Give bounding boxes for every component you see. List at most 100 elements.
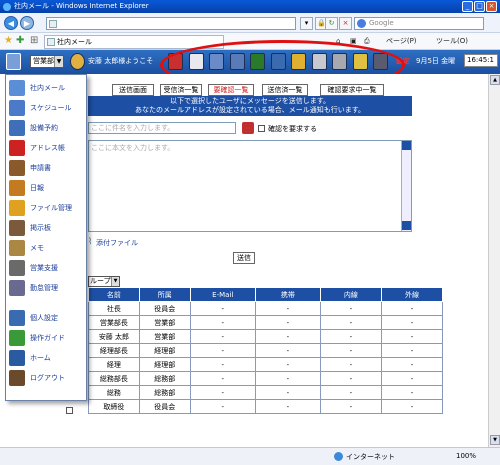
- forward-button[interactable]: ▶: [20, 16, 34, 30]
- page-icon: [49, 20, 57, 28]
- back-button[interactable]: ◀: [4, 16, 18, 30]
- table-cell: -: [189, 399, 256, 414]
- logout-icon: [9, 370, 25, 386]
- globe-icon: [334, 452, 343, 461]
- sidebar-item-guide[interactable]: 操作ガイド: [6, 328, 86, 348]
- sidebar-item-address-book[interactable]: アドレス帳: [6, 138, 86, 158]
- page-menu[interactable]: ページ(P): [386, 36, 417, 46]
- table-cell: -: [319, 315, 382, 330]
- tab-sent[interactable]: 送信済一覧: [262, 84, 308, 96]
- row-checkbox[interactable]: [66, 407, 73, 414]
- scroll-down-icon[interactable]: ▼: [490, 435, 500, 445]
- sidebar-item-home[interactable]: ホーム: [6, 348, 86, 368]
- table-row[interactable]: 取締役 役員会 - - - -: [88, 399, 444, 414]
- table-row[interactable]: 営業部長 営業部 - - - -: [88, 315, 444, 330]
- table-cell: 経理: [88, 357, 140, 372]
- sidebar-item-sales[interactable]: 営業支援: [6, 258, 86, 278]
- table-cell: 安藤 太郎: [88, 329, 140, 344]
- table-row[interactable]: 総務部長 総務部 - - - -: [88, 371, 444, 386]
- sidebar-item-attendance[interactable]: 勤怠管理: [6, 278, 86, 298]
- col-dept: 所属: [138, 287, 191, 302]
- sidebar-item-mail[interactable]: 社内メール: [6, 78, 86, 98]
- sidebar-item-label: 掲示板: [30, 224, 51, 232]
- minimize-button[interactable]: _: [462, 1, 473, 12]
- table-row[interactable]: 総務 総務部 - - - -: [88, 385, 444, 400]
- table-cell: -: [254, 385, 321, 400]
- sales-icon: [9, 260, 25, 276]
- group-select[interactable]: ループ ▼: [88, 276, 120, 287]
- add-favorite-icon[interactable]: ✚: [16, 35, 24, 47]
- favorites-star-icon[interactable]: ★: [4, 35, 13, 47]
- maximize-button[interactable]: □: [474, 1, 485, 12]
- tab-needs-confirm[interactable]: 要確認一覧: [208, 84, 254, 96]
- stop-icon[interactable]: ×: [339, 17, 352, 30]
- sidebar-item-label: ホーム: [30, 354, 51, 362]
- search-input[interactable]: Google: [354, 17, 484, 30]
- textarea-scrollbar[interactable]: [401, 141, 411, 231]
- sidebar-item-label: メモ: [30, 244, 44, 252]
- table-row[interactable]: 経理部長 経理部 - - - -: [88, 343, 444, 358]
- url-field[interactable]: [46, 17, 296, 30]
- sidebar-item-board[interactable]: 掲示板: [6, 218, 86, 238]
- subject-input[interactable]: ここに件名を入力します。: [88, 122, 236, 134]
- refresh-icon[interactable]: ↻: [325, 17, 338, 30]
- table-row[interactable]: 社長 役員会 - - - -: [88, 301, 444, 316]
- sidebar-item-user-settings[interactable]: 個人設定: [6, 308, 86, 328]
- user-settings-icon: [9, 310, 25, 326]
- table-cell: -: [319, 343, 382, 358]
- google-icon: [357, 19, 366, 28]
- address-bar: ◀ ▶ ▾ 🔒 ↻ × Google: [0, 13, 500, 33]
- table-cell: -: [189, 343, 256, 358]
- textarea-scroll-up-icon[interactable]: [402, 141, 411, 150]
- send-button[interactable]: 送信: [233, 252, 255, 264]
- page-scrollbar[interactable]: ▲ ▼: [488, 74, 500, 447]
- window-titlebar: 社内メール - Windows Internet Explorer _ □ ×: [0, 0, 500, 13]
- dropdown-icon[interactable]: ▾: [300, 17, 313, 30]
- table-cell: -: [189, 315, 256, 330]
- confirm-icon: [242, 122, 254, 134]
- table-cell: 総務部長: [88, 371, 140, 386]
- textarea-scroll-down-icon[interactable]: [402, 221, 411, 230]
- sidebar-item-report[interactable]: 日報: [6, 178, 86, 198]
- table-cell: 経理部: [138, 343, 191, 358]
- sidebar-item-logout[interactable]: ログアウト: [6, 368, 86, 388]
- table-cell: -: [189, 385, 256, 400]
- sidebar-item-folder[interactable]: ファイル管理: [6, 198, 86, 218]
- table-cell: -: [319, 301, 382, 316]
- user-icon: [70, 53, 85, 70]
- sidebar-item-memo[interactable]: メモ: [6, 238, 86, 258]
- department-select[interactable]: 営業部 ▼: [30, 55, 64, 68]
- ie-icon: [3, 3, 11, 11]
- col-ext: 内線: [319, 287, 382, 302]
- tab-list-icon[interactable]: ⊞: [30, 35, 38, 47]
- report-icon: [9, 180, 25, 196]
- info-banner: 以下で選択したユーザにメッセージを送信します。 あなたのメールアドレスが設定され…: [88, 96, 412, 116]
- table-cell: 経理部: [138, 357, 191, 372]
- sidebar-item-label: 操作ガイド: [30, 334, 65, 342]
- table-row[interactable]: 安藤 太郎 営業部 - - - -: [88, 329, 444, 344]
- attach-file-link[interactable]: 添付ファイル: [96, 238, 138, 248]
- table-cell: 営業部: [138, 329, 191, 344]
- sidebar-item-equipment[interactable]: 設備予約: [6, 118, 86, 138]
- table-cell: 取締役: [88, 399, 140, 414]
- message-body-textarea[interactable]: ここに本文を入力します。: [88, 140, 412, 232]
- mail-icon: [9, 80, 25, 96]
- board-icon: [9, 220, 25, 236]
- tab-compose[interactable]: 送信画面: [112, 84, 154, 96]
- col-name: 名前: [88, 287, 140, 302]
- status-bar: インターネット 100%: [0, 447, 500, 465]
- scroll-up-icon[interactable]: ▲: [490, 75, 500, 85]
- confirm-checkbox[interactable]: [258, 125, 265, 132]
- table-cell: 営業部長: [88, 315, 140, 330]
- chevron-down-icon: ▼: [54, 56, 63, 67]
- zoom-level[interactable]: 100%: [456, 452, 476, 460]
- close-button[interactable]: ×: [486, 1, 497, 12]
- table-row[interactable]: 経理 経理部 - - - -: [88, 357, 444, 372]
- sidebar-item-form[interactable]: 申請書: [6, 158, 86, 178]
- search-placeholder: Google: [369, 19, 394, 27]
- tab-confirm-requested[interactable]: 確認要求中一覧: [320, 84, 384, 96]
- tools-menu[interactable]: ツール(O): [436, 36, 468, 46]
- print-icon[interactable]: ⎙: [364, 36, 370, 46]
- tab-received[interactable]: 受信済一覧: [160, 84, 202, 96]
- sidebar-item-calendar[interactable]: スケジュール: [6, 98, 86, 118]
